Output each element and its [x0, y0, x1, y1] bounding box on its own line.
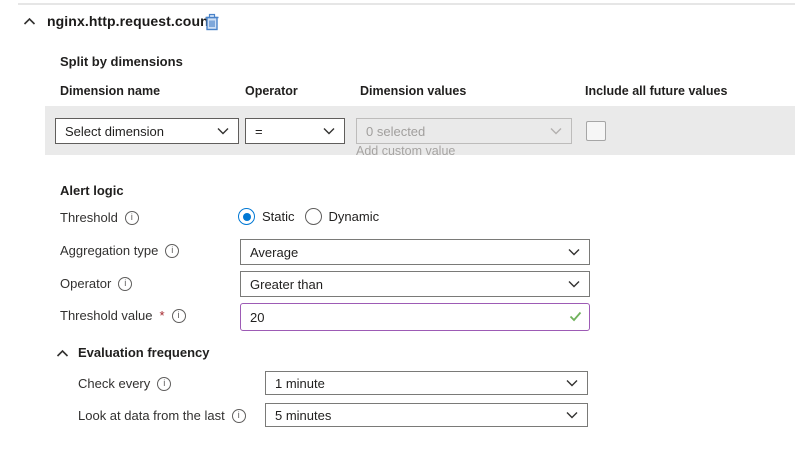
operator-dropdown[interactable]: Greater than: [240, 271, 590, 297]
radio-unselected-icon: [305, 208, 322, 225]
threshold-radio-group: Static Dynamic: [238, 208, 379, 225]
radio-static[interactable]: Static: [238, 208, 295, 225]
delete-condition-button[interactable]: [203, 13, 221, 31]
condition-metric-title: nginx.http.request.count: [47, 13, 214, 29]
check-every-value: 1 minute: [275, 376, 325, 391]
radio-selected-icon: [238, 208, 255, 225]
aggregation-type-label: Aggregation type: [60, 243, 158, 258]
column-header-dimension-name: Dimension name: [60, 84, 160, 98]
add-custom-value-link: Add custom value: [356, 144, 455, 158]
aggregation-type-label-row: Aggregation type i: [60, 243, 179, 258]
column-header-operator: Operator: [245, 84, 298, 98]
evaluation-frequency-title: Evaluation frequency: [78, 345, 209, 360]
info-icon[interactable]: i: [157, 377, 171, 391]
threshold-value-field: [240, 303, 590, 331]
threshold-value-label: Threshold value: [60, 308, 153, 323]
threshold-value-input[interactable]: [240, 303, 590, 331]
radio-dynamic[interactable]: Dynamic: [305, 208, 380, 225]
valid-check-icon: [569, 311, 582, 322]
dimension-name-dropdown-value: Select dimension: [65, 124, 164, 139]
split-by-dimensions-title: Split by dimensions: [60, 54, 183, 69]
info-icon[interactable]: i: [172, 309, 186, 323]
info-icon[interactable]: i: [165, 244, 179, 258]
alert-condition-panel: nginx.http.request.count Split by dimens…: [0, 0, 800, 454]
required-asterisk: *: [160, 308, 165, 323]
chevron-down-icon: [217, 127, 229, 135]
chevron-down-icon: [566, 411, 578, 419]
chevron-down-icon: [550, 127, 562, 135]
check-every-dropdown[interactable]: 1 minute: [265, 371, 588, 395]
operator-label: Operator: [60, 276, 111, 291]
lookback-label: Look at data from the last: [78, 408, 225, 423]
lookback-value: 5 minutes: [275, 408, 331, 423]
info-icon[interactable]: i: [118, 277, 132, 291]
dimension-operator-dropdown[interactable]: =: [245, 118, 345, 144]
trash-icon: [204, 13, 220, 31]
chevron-down-icon: [566, 379, 578, 387]
chevron-down-icon: [568, 280, 580, 288]
operator-value: Greater than: [250, 277, 323, 292]
aggregation-type-value: Average: [250, 245, 298, 260]
info-icon[interactable]: i: [125, 211, 139, 225]
aggregation-type-dropdown[interactable]: Average: [240, 239, 590, 265]
threshold-label-row: Threshold i: [60, 210, 139, 225]
dimension-name-dropdown[interactable]: Select dimension: [55, 118, 239, 144]
operator-label-row: Operator i: [60, 276, 132, 291]
dimension-operator-dropdown-value: =: [255, 124, 263, 139]
dimension-values-dropdown-value: 0 selected: [366, 124, 425, 139]
check-every-label-row: Check every i: [78, 376, 171, 391]
collapse-evaluation-frequency-chevron-icon[interactable]: [56, 349, 69, 358]
lookback-label-row: Look at data from the last i: [78, 408, 246, 423]
threshold-label: Threshold: [60, 210, 118, 225]
info-icon[interactable]: i: [232, 409, 246, 423]
alert-logic-title: Alert logic: [60, 183, 124, 198]
column-header-dimension-values: Dimension values: [360, 84, 466, 98]
chevron-down-icon: [568, 248, 580, 256]
radio-static-label: Static: [262, 209, 295, 224]
check-every-label: Check every: [78, 376, 150, 391]
column-header-include-future-values: Include all future values: [585, 84, 727, 98]
collapse-condition-chevron-icon[interactable]: [23, 17, 36, 26]
include-future-values-checkbox: [586, 121, 606, 141]
threshold-value-label-row: Threshold value * i: [60, 308, 186, 323]
radio-dynamic-label: Dynamic: [329, 209, 380, 224]
dimension-values-dropdown: 0 selected: [356, 118, 572, 144]
top-divider: [18, 3, 795, 5]
chevron-down-icon: [323, 127, 335, 135]
lookback-dropdown[interactable]: 5 minutes: [265, 403, 588, 427]
